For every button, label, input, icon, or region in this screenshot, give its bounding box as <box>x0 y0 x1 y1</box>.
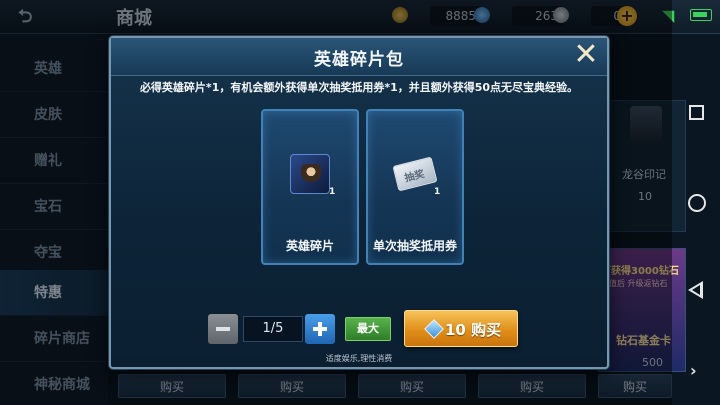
item-name: 英雄碎片 <box>285 239 334 253</box>
hero-fragment-pack-dialog: 英雄碎片包 ✕ 必得英雄碎片*1，有机会额外获得单次抽奖抵用券*1，并且额外获得… <box>109 36 609 369</box>
reward-card-hero-fragment[interactable]: 1 英雄碎片 <box>261 109 359 265</box>
dialog-description: 必得英雄碎片*1，有机会额外获得单次抽奖抵用券*1，并且额外获得50点无尽宝典经… <box>139 81 579 94</box>
recent-apps-icon[interactable] <box>689 105 704 120</box>
buy-button-label: 10 购买 <box>445 321 502 339</box>
hero-fragment-icon <box>290 154 330 194</box>
dialog-header: 英雄碎片包 ✕ <box>111 38 607 76</box>
lottery-ticket-icon <box>392 156 438 192</box>
back-triangle-icon[interactable] <box>688 281 703 299</box>
decrease-quantity-button[interactable] <box>208 314 238 344</box>
chevron-right-icon[interactable]: › <box>690 361 697 380</box>
moderation-hint: 适度娱乐,理性消费 <box>325 354 393 363</box>
quantity-field[interactable]: 1/5 <box>243 316 303 342</box>
reward-card-lottery-ticket[interactable]: 1 单次抽奖抵用券 <box>366 109 464 265</box>
item-count: 1 <box>329 187 336 197</box>
dialog-title: 英雄碎片包 <box>314 50 404 70</box>
buy-button[interactable]: 10 购买 <box>404 310 518 347</box>
close-icon[interactable]: ✕ <box>570 40 602 72</box>
item-count: 1 <box>434 187 441 197</box>
increase-quantity-button[interactable] <box>305 314 335 344</box>
diamond-icon <box>424 319 444 339</box>
item-name: 单次抽奖抵用券 <box>372 239 457 253</box>
max-quantity-button[interactable]: 最大 <box>345 317 391 341</box>
home-icon[interactable] <box>688 194 706 212</box>
